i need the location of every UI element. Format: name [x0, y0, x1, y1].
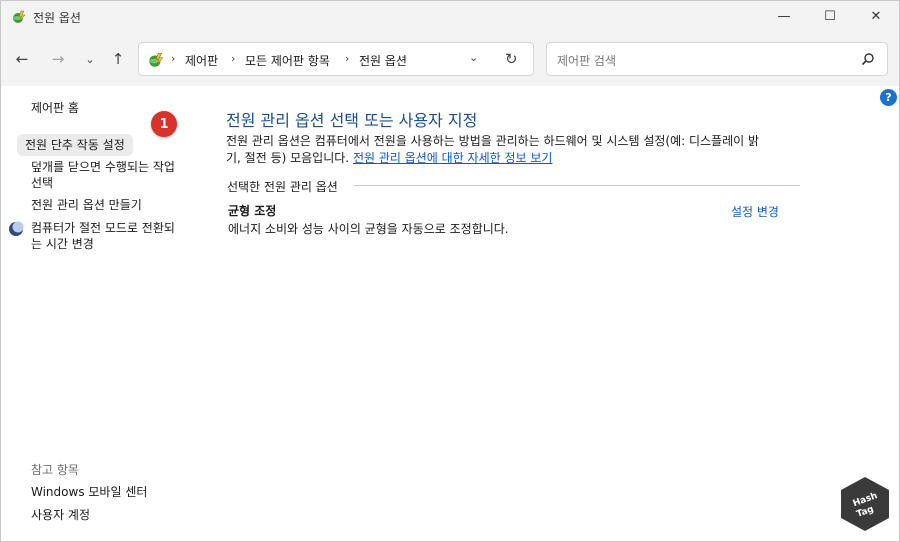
description-line-1: 전원 관리 옵션은 컴퓨터에서 전원을 사용하는 방법을 관리하는 하드웨어 및…	[226, 134, 760, 148]
back-button[interactable]: ←	[9, 48, 35, 70]
sidebar-item-sleep-time[interactable]: 컴퓨터가 절전 모드로 전환되	[31, 220, 175, 236]
search-box[interactable]: 제어판 검색	[546, 42, 888, 76]
recent-locations-button[interactable]: ⌄	[77, 48, 103, 70]
see-also-heading: 참고 항목	[31, 463, 79, 477]
step-marker: 1	[151, 111, 177, 137]
see-also-user-accounts[interactable]: 사용자 계정	[31, 507, 90, 523]
change-plan-settings-link[interactable]: 설정 변경	[731, 203, 779, 220]
sidebar-item-lid-close-cont[interactable]: 선택	[31, 175, 53, 191]
sidebar-item-lid-close[interactable]: 덮개를 닫으면 수행되는 작업	[31, 159, 175, 175]
breadcrumb-separator: ›	[345, 52, 350, 65]
search-input[interactable]: 제어판 검색	[557, 52, 616, 69]
forward-arrow-icon: →	[51, 50, 65, 68]
page-description: 전원 관리 옵션은 컴퓨터에서 전원을 사용하는 방법을 관리하는 하드웨어 및…	[226, 133, 806, 167]
navigation-bar: ← → ⌄ ↑ › 제어판 › 모든 제어판 항목 › 전원 옵션 ⌄ ↻ 제어…	[1, 32, 899, 86]
breadcrumb-separator: ›	[231, 52, 236, 65]
hashtag-logo: Hash Tag	[841, 477, 889, 531]
selected-plan-heading: 선택한 전원 관리 옵션	[227, 180, 338, 194]
help-icon[interactable]: ?	[880, 89, 897, 106]
power-options-location-icon	[149, 52, 164, 67]
more-info-link[interactable]: 전원 관리 옵션에 대한 자세한 정보 보기	[353, 151, 553, 165]
chevron-down-icon: ⌄	[85, 52, 95, 66]
refresh-icon[interactable]: ↻	[505, 50, 518, 68]
sidebar-item-sleep-time-cont[interactable]: 는 시간 변경	[31, 236, 94, 252]
maximize-button[interactable]: ☐	[807, 1, 853, 32]
address-bar[interactable]: › 제어판 › 모든 제어판 항목 › 전원 옵션 ⌄ ↻	[138, 42, 534, 76]
breadcrumb-separator: ›	[171, 52, 176, 65]
breadcrumb-control-panel[interactable]: 제어판	[185, 52, 218, 69]
description-line-2: 기, 절전 등) 모음입니다.	[226, 151, 353, 165]
address-dropdown-icon[interactable]: ⌄	[469, 51, 478, 64]
up-button[interactable]: ↑	[105, 48, 131, 70]
maximize-icon: ☐	[824, 9, 836, 24]
step-marker-number: 1	[159, 116, 169, 132]
page-title: 전원 관리 옵션 선택 또는 사용자 지정	[226, 111, 478, 130]
minimize-icon: —	[777, 9, 791, 24]
sidebar-item-power-button[interactable]: 전원 단추 작동 설정	[17, 134, 133, 156]
minimize-button[interactable]: —	[761, 1, 807, 32]
power-options-app-icon	[13, 10, 26, 23]
breadcrumb-all-items[interactable]: 모든 제어판 항목	[245, 52, 330, 69]
sidebar-item-create-plan[interactable]: 전원 관리 옵션 만들기	[31, 197, 142, 213]
forward-button[interactable]: →	[45, 48, 71, 70]
title-bar: 전원 옵션 — ☐ ✕	[1, 1, 899, 32]
see-also-mobility-center[interactable]: Windows 모바일 센터	[31, 484, 147, 500]
back-arrow-icon: ←	[15, 50, 29, 68]
up-arrow-icon: ↑	[111, 50, 125, 68]
section-divider	[354, 185, 800, 186]
sidebar-control-panel-home[interactable]: 제어판 홈	[31, 100, 79, 116]
moon-sleep-icon	[9, 221, 24, 236]
breadcrumb-power-options[interactable]: 전원 옵션	[359, 52, 407, 69]
power-options-window: 전원 옵션 — ☐ ✕ ← → ⌄ ↑ › 제어판 › 모든 제어판 항목 › …	[0, 0, 900, 542]
close-icon: ✕	[870, 9, 882, 24]
plan-description: 에너지 소비와 성능 사이의 균형을 자동으로 조정합니다.	[228, 222, 509, 236]
close-button[interactable]: ✕	[853, 1, 899, 32]
window-title: 전원 옵션	[33, 11, 81, 25]
search-icon[interactable]	[861, 52, 875, 66]
plan-name: 균형 조정	[228, 204, 277, 218]
